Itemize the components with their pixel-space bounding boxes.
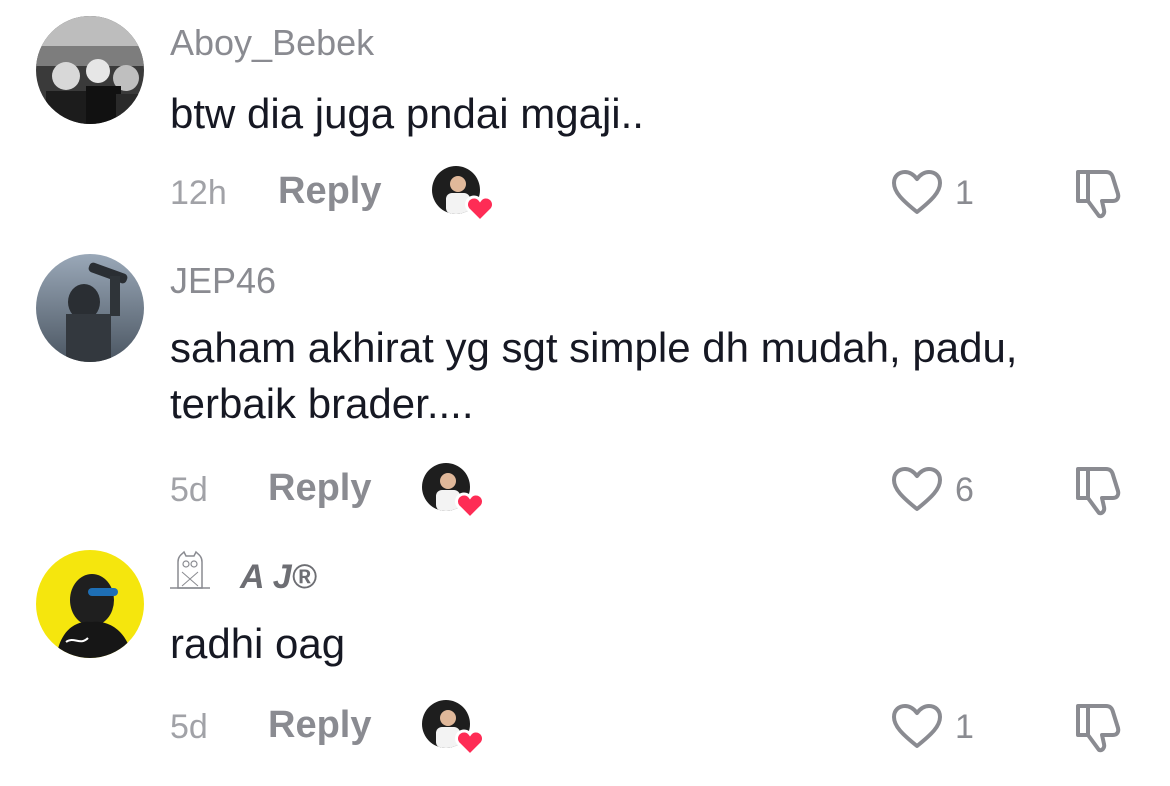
like-count: 1: [955, 708, 974, 746]
comment-actions: 5d Reply 1: [0, 700, 1170, 760]
heart-icon: [465, 195, 495, 224]
creator-liked-badge: [422, 700, 485, 758]
reply-button[interactable]: Reply: [278, 170, 381, 213]
creator-liked-badge: [422, 463, 485, 521]
comment-actions: 5d Reply 6: [0, 463, 1170, 523]
yellow-portrait-avatar-icon: [36, 550, 144, 658]
dislike-button[interactable]: [1070, 166, 1124, 225]
thumbs-down-icon: [1076, 704, 1121, 753]
like-count: 6: [955, 471, 974, 509]
like-count: 1: [955, 174, 974, 212]
heart-outline-icon: [892, 704, 942, 748]
user-avatar[interactable]: [36, 550, 144, 658]
comment-text: radhi oag: [170, 620, 346, 667]
dislike-button[interactable]: [1070, 463, 1124, 522]
comment-text: btw dia juga pndai mgaji..: [170, 90, 644, 137]
like-button[interactable]: [890, 702, 944, 755]
heart-icon: [455, 492, 485, 521]
timestamp: 12h: [170, 174, 227, 212]
username[interactable]: A J®: [240, 558, 317, 597]
owl-icon: [168, 548, 212, 597]
timestamp: 5d: [170, 708, 208, 746]
comment-text: saham akhirat yg sgt simple dh mudah, pa…: [170, 324, 1018, 427]
thumbs-down-icon: [1076, 467, 1121, 516]
like-button[interactable]: [890, 168, 944, 221]
thumbs-down-icon: [1076, 170, 1121, 219]
heart-icon: [455, 729, 485, 758]
username[interactable]: Aboy_Bebek: [170, 22, 374, 64]
like-button[interactable]: [890, 465, 944, 518]
timestamp: 5d: [170, 471, 208, 509]
user-avatar[interactable]: [36, 254, 144, 362]
bw-photo-avatar-icon: [36, 16, 144, 124]
heart-outline-icon: [892, 467, 942, 511]
reply-button[interactable]: Reply: [268, 704, 371, 747]
pilot-photo-avatar-icon: [36, 254, 144, 362]
comment-actions: 12h Reply 1: [0, 166, 1170, 226]
creator-liked-badge: [432, 166, 495, 224]
user-avatar[interactable]: [36, 16, 144, 124]
heart-outline-icon: [892, 170, 942, 214]
dislike-button[interactable]: [1070, 700, 1124, 759]
username[interactable]: JEP46: [170, 260, 276, 302]
reply-button[interactable]: Reply: [268, 467, 371, 510]
